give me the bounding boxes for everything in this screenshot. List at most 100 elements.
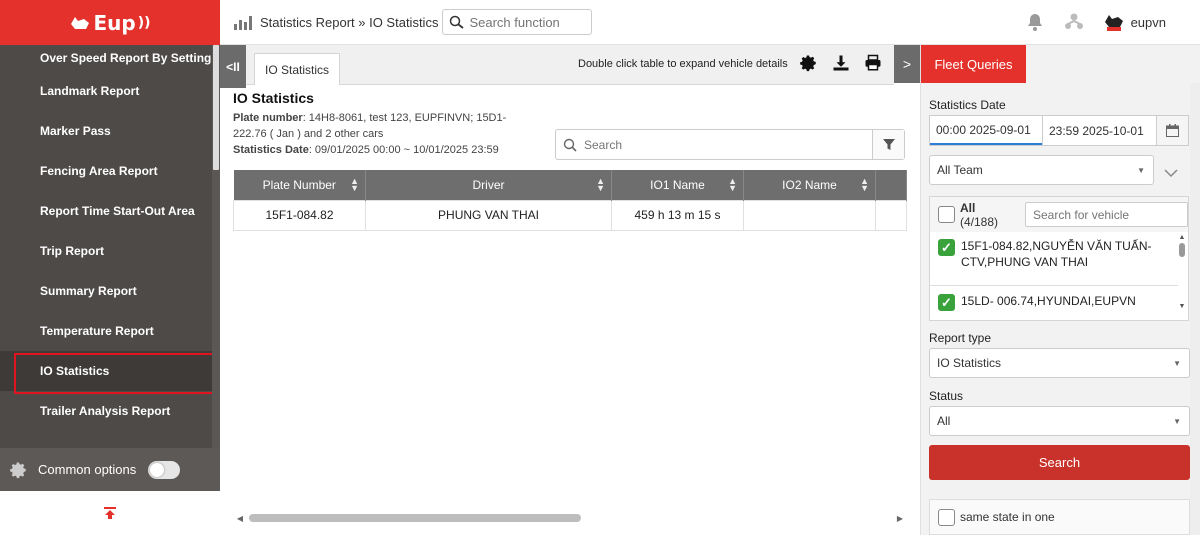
filter-icon	[882, 138, 895, 150]
sidebar-item-trip-report[interactable]: Trip Report	[0, 231, 212, 271]
sidebar-item-marker-pass[interactable]: Marker Pass	[0, 111, 212, 151]
same-state-option: same state in one	[929, 499, 1190, 535]
vehicle-list-item[interactable]: ✓ 15F1-084.82,NGUYỄN VĂN TUẤN- CTV,PHUNG…	[938, 238, 1163, 270]
search-button[interactable]: Search	[929, 445, 1190, 480]
sort-icon: ▲ ▼	[350, 176, 359, 193]
sidebar: Eup)) Over Speed Report By Setting Landm…	[0, 0, 220, 535]
vehicle-checkbox[interactable]: ✓	[938, 239, 955, 256]
table-horizontal-scrollbar[interactable]: ◀ ▶	[233, 511, 907, 525]
team-select[interactable]: All Team ▼	[929, 155, 1154, 185]
column-header-driver[interactable]: Driver ▲ ▼	[365, 170, 612, 200]
function-search-input[interactable]	[469, 14, 585, 30]
top-right-actions: eupvn	[1025, 12, 1200, 32]
sidebar-scrollbar[interactable]	[212, 45, 220, 448]
sidebar-item-fencing-area-report[interactable]: Fencing Area Report	[0, 151, 212, 191]
table-hint: Double click table to expand vehicle det…	[578, 58, 788, 70]
settings-gear-icon[interactable]	[800, 54, 818, 72]
calendar-button[interactable]	[1156, 116, 1188, 145]
sidebar-item-io-statistics[interactable]: IO Statistics	[0, 351, 214, 394]
table-header-row: Plate Number ▲ ▼ Driver ▲ ▼ IO1 Name ▲ ▼ IO2 N…	[233, 170, 907, 200]
report-type-select[interactable]: IO Statistics ▼	[929, 348, 1190, 378]
tab-io-statistics[interactable]: IO Statistics	[254, 53, 340, 85]
scroll-to-top-button[interactable]	[0, 491, 220, 535]
cell-driver: PHUNG VAN THAI	[365, 199, 612, 231]
search-icon	[563, 138, 577, 152]
cell-io1: 459 h 13 m 15 s	[611, 199, 744, 231]
statistics-chart-icon	[234, 14, 252, 30]
common-options-row: Common options	[0, 448, 220, 491]
panel-scrollbar[interactable]	[1190, 83, 1200, 535]
toggle-panel-button[interactable]: >	[894, 45, 920, 83]
report-meta: Plate number: 14H8-8061, test 123, EUPFI…	[233, 112, 507, 156]
table-row[interactable]: 15F1-084.82 PHUNG VAN THAI 459 h 13 m 15…	[233, 199, 907, 231]
scroll-left-icon[interactable]: ◀	[233, 514, 247, 523]
horizontal-scroll-thumb[interactable]	[249, 514, 581, 522]
brand-logo[interactable]: Eup))	[69, 11, 151, 35]
io-statistics-table[interactable]: Plate Number ▲ ▼ Driver ▲ ▼ IO1 Name ▲ ▼ IO2 N…	[233, 170, 907, 231]
gear-icon	[10, 462, 26, 478]
cell-extra	[875, 199, 907, 231]
bell-icon[interactable]	[1025, 12, 1045, 32]
end-date-input[interactable]: 23:59 2025-10-01	[1042, 116, 1156, 145]
same-state-checkbox[interactable]	[938, 508, 955, 526]
sidebar-item-over-speed-report-by-setting[interactable]: Over Speed Report By Setting	[0, 45, 212, 71]
sidebar-item-trailer-analysis-report[interactable]: Trailer Analysis Report	[0, 391, 212, 431]
report-tab-bar: IO Statistics Double click table to expa…	[246, 45, 894, 85]
status-label: Status	[929, 389, 964, 403]
calendar-icon	[1166, 124, 1179, 137]
collapse-sidebar-button[interactable]: <II	[220, 45, 246, 88]
username: eupvn	[1130, 14, 1166, 30]
sidebar-menu: Over Speed Report By Setting Landmark Re…	[0, 45, 214, 431]
vehicle-scroll-thumb	[1179, 243, 1185, 257]
user-menu[interactable]: eupvn	[1103, 12, 1166, 32]
common-options-toggle[interactable]	[148, 460, 181, 479]
cell-plate-number: 15F1-084.82	[233, 199, 366, 231]
sidebar-item-temperature-report[interactable]: Temperature Report	[0, 311, 212, 351]
tab-fleet-queries[interactable]: Fleet Queries	[921, 45, 1026, 83]
dog-logo-icon	[71, 16, 90, 29]
column-header-plate-number[interactable]: Plate Number ▲ ▼	[233, 170, 366, 200]
vehicle-selector-header: All (4/188)	[930, 197, 1188, 232]
vehicle-checkbox[interactable]: ✓	[938, 294, 955, 311]
table-search-box[interactable]	[555, 129, 905, 160]
vehicle-list-item[interactable]: ✓ 15LD- 006.74,HYUNDAI,EUPVN	[938, 293, 1163, 311]
function-search-box[interactable]	[442, 9, 593, 35]
scroll-up-icon: ▲	[1178, 234, 1186, 241]
column-header-io1-name[interactable]: IO1 Name ▲ ▼	[611, 170, 744, 200]
sidebar-item-report-time-start-out-area[interactable]: Report Time Start-Out Area	[0, 191, 212, 231]
toolbar-actions	[800, 54, 882, 72]
cell-io2	[743, 199, 876, 231]
column-header-io2-name[interactable]: IO2 Name ▲ ▼	[743, 170, 876, 200]
sort-icon: ▲ ▼	[860, 176, 869, 193]
report-type-label: Report type	[929, 331, 992, 345]
statistics-date-label: Statistics Date	[929, 98, 1006, 112]
table-search-input[interactable]	[584, 130, 872, 159]
sidebar-item-summary-report[interactable]: Summary Report	[0, 271, 212, 311]
caret-down-icon: ▼	[1137, 166, 1145, 175]
chevron-right-icon: >	[902, 56, 912, 72]
divider	[930, 285, 1178, 286]
sort-icon: ▲ ▼	[728, 176, 737, 193]
scroll-right-icon[interactable]: ▶	[893, 514, 907, 523]
user-group-icon[interactable]	[1063, 12, 1085, 32]
vehicle-search-input[interactable]	[1025, 202, 1188, 227]
common-options-label: Common options	[38, 462, 137, 477]
select-all-label: All (4/188)	[960, 200, 999, 229]
select-all-checkbox[interactable]	[938, 206, 955, 223]
print-icon[interactable]	[864, 54, 882, 72]
top-bar: Statistics Report » IO Statistics eupvn	[220, 0, 1200, 45]
date-range-picker: 00:00 2025-09-01 23:59 2025-10-01	[929, 115, 1189, 146]
start-date-input[interactable]: 00:00 2025-09-01	[930, 116, 1042, 145]
arrow-to-top-icon	[104, 507, 116, 519]
vehicle-list-scrollbar[interactable]: ▲ ▼	[1177, 234, 1187, 318]
status-select[interactable]: All ▼	[929, 406, 1190, 436]
sidebar-scroll-thumb[interactable]	[213, 45, 219, 170]
chevron-down-icon[interactable]	[1161, 163, 1181, 183]
vehicle-selector: All (4/188) ✓ 15F1-084.82,NGUYỄN VĂN TUẤ…	[929, 196, 1189, 321]
download-icon[interactable]	[832, 54, 850, 72]
breadcrumb: Statistics Report » IO Statistics	[260, 14, 439, 30]
sidebar-item-landmark-report[interactable]: Landmark Report	[0, 71, 212, 111]
fleet-queries-panel: Fleet Queries Statistics Date 00:00 2025…	[920, 45, 1200, 535]
filter-button[interactable]	[872, 130, 904, 159]
column-header-extra[interactable]	[875, 170, 907, 200]
